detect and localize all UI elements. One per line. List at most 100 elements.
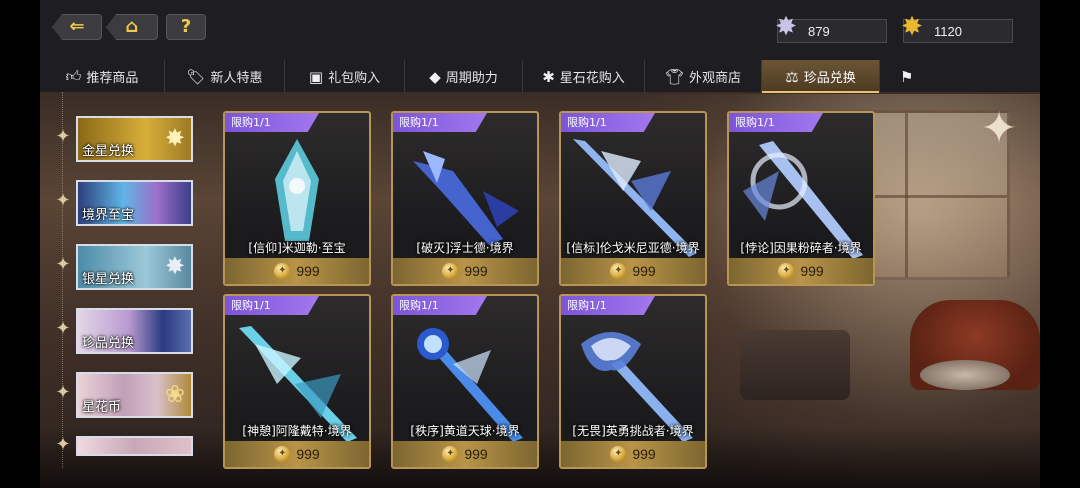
tab-treasure-exchange[interactable]: ⚖ 珍品兑换 — [762, 60, 880, 93]
star-marker-icon: ✦ — [55, 318, 71, 339]
gold-coin-icon: ✦ — [778, 263, 795, 279]
diamond-tag-icon: ◆ — [429, 67, 441, 86]
category-card[interactable]: ✸ 银星兑换 — [76, 244, 193, 290]
star-marker-icon: ✦ — [55, 190, 71, 211]
sidebar-item-label: 境界至宝 — [82, 208, 135, 223]
back-button[interactable]: ⇐ — [52, 14, 102, 40]
sidebar-item-silver-star[interactable]: ✦ ✸ 银星兑换 — [52, 240, 197, 294]
help-label: ? — [180, 16, 192, 37]
shirt-icon: 👕︎ — [664, 67, 685, 86]
item-name: [信标]伦戈米尼亚德·境界 — [566, 241, 700, 255]
star-flower-icon: ✱ — [542, 67, 555, 86]
shop-tab-bar: 👍︎ 推荐商品 🏷︎ 新人特惠 ▣ 礼包购入 ◆ 周期助力 ✱ 星石花购入 👕︎… — [40, 60, 1040, 93]
sidebar-item-label: 星花币 — [82, 400, 122, 415]
thumbs-up-icon: 👍︎ — [65, 67, 82, 85]
item-price: 999 — [632, 446, 656, 462]
tab-appearance-shop[interactable]: 👕︎ 外观商店 — [645, 60, 762, 93]
gold-star-icon: ✸ — [901, 12, 923, 42]
sidebar-item-partial[interactable]: ✦ — [52, 432, 197, 456]
tab-label: 周期助力 — [445, 71, 498, 86]
item-price: 999 — [800, 263, 824, 279]
sidebar-item-label: 银星兑换 — [82, 272, 135, 287]
item-price: 999 — [632, 263, 656, 279]
item-price: 999 — [296, 446, 320, 462]
item-price: 999 — [296, 263, 320, 279]
category-card[interactable]: 境界至宝 — [76, 180, 193, 226]
shop-screen: ✦ ⇐ ⌂ ? ✸ 879 ✸ 1120 👍︎ 推荐商品 🏷︎ 新人特惠 ▣ 礼… — [40, 0, 1040, 488]
product-card[interactable]: 限购1/1 [信仰]米迦勒·至宝 ✦ 999 — [223, 111, 371, 286]
help-button[interactable]: ? — [166, 14, 206, 40]
gold-coin-icon: ✦ — [442, 263, 459, 279]
item-name: [悖论]因果粉碎者·境界 — [740, 241, 862, 255]
product-card[interactable]: 限购1/1 [信标]伦戈米尼亚德·境界 ✦ 999 — [559, 111, 707, 286]
left-letterbox — [0, 0, 40, 488]
gold-coin-icon: ✦ — [274, 446, 291, 462]
silver-star-amount: 879 — [808, 23, 830, 39]
price-bar[interactable]: ✦ 999 — [393, 258, 537, 284]
product-card[interactable]: 限购1/1 [悖论]因果粉碎者·境界 ✦ 999 — [727, 111, 875, 286]
price-bar[interactable]: ✦ 999 — [729, 258, 873, 284]
product-card[interactable]: 限购1/1 [破灭]浮士德·境界 ✦ 999 — [391, 111, 539, 286]
back-arrow-icon: ⇐ — [69, 16, 85, 37]
home-button[interactable]: ⌂ — [106, 14, 158, 40]
tab-label: 珍品兑换 — [803, 71, 856, 86]
item-price: 999 — [464, 446, 488, 462]
gold-star-currency[interactable]: ✸ 1120 — [901, 14, 1013, 43]
gold-star-amount: 1120 — [934, 23, 962, 39]
flower-coin-emblem-icon: ❀ — [164, 380, 185, 408]
star-marker-icon: ✦ — [55, 434, 71, 455]
sidebar-item-gold-star[interactable]: ✦ ✸ 金星兑换 — [52, 112, 197, 166]
product-card[interactable]: 限购1/1 [无畏]英勇挑战者·境界 ✦ 999 — [559, 294, 707, 469]
tab-gift-packs[interactable]: ▣ 礼包购入 — [285, 60, 405, 93]
purchase-limit-tag: 限购1/1 — [393, 113, 487, 132]
sidebar-item-realm-treasure[interactable]: ✦ 境界至宝 — [52, 176, 197, 230]
tab-starstone-purchase[interactable]: ✱ 星石花购入 — [523, 60, 645, 93]
item-name: [神憩]阿隆戴特·境界 — [242, 424, 352, 438]
purchase-limit-tag: 限购1/1 — [729, 113, 823, 132]
scales-icon: ⚖ — [785, 67, 799, 86]
tab-label: 推荐商品 — [86, 71, 139, 86]
sidebar-item-star-flower-coin[interactable]: ✦ ❀ 星花币 — [52, 368, 197, 422]
price-bar[interactable]: ✦ 999 — [225, 441, 369, 467]
sidebar-item-label: 珍品兑换 — [82, 336, 135, 351]
purchase-limit-tag: 限购1/1 — [225, 296, 319, 315]
category-card[interactable]: ✸ 金星兑换 — [76, 116, 193, 162]
category-card[interactable]: 珍品兑换 — [76, 308, 193, 354]
sparkle-icon: ✦ — [980, 103, 1018, 154]
side-category-nav: ✦ ✸ 金星兑换 ✦ 境界至宝 ✦ ✸ 银星兑换 ✦ 珍品兑换 ✦ ❀ 星花币 … — [52, 112, 197, 466]
purchase-limit-tag: 限购1/1 — [393, 296, 487, 315]
purchase-limit-tag: 限购1/1 — [561, 296, 655, 315]
sidebar-item-treasure[interactable]: ✦ 珍品兑换 — [52, 304, 197, 358]
home-icon: ⌂ — [125, 16, 139, 37]
product-card[interactable]: 限购1/1 [秩序]黄道天球·境界 ✦ 999 — [391, 294, 539, 469]
item-name: [破灭]浮士德·境界 — [416, 241, 514, 255]
tab-label: 外观商店 — [689, 71, 742, 86]
gold-coin-icon: ✦ — [610, 263, 627, 279]
price-bar[interactable]: ✦ 999 — [225, 258, 369, 284]
item-price: 999 — [464, 263, 488, 279]
tab-label: 星石花购入 — [559, 71, 625, 86]
price-bar[interactable]: ✦ 999 — [561, 441, 705, 467]
star-marker-icon: ✦ — [55, 126, 71, 147]
gold-coin-icon: ✦ — [610, 446, 627, 462]
tab-more[interactable]: ⚑ — [880, 60, 940, 93]
price-bar[interactable]: ✦ 999 — [561, 258, 705, 284]
sidebar-item-label: 金星兑换 — [82, 144, 135, 159]
purchase-limit-tag: 限购1/1 — [561, 113, 655, 132]
silver-star-emblem-icon: ✸ — [164, 252, 185, 280]
right-letterbox — [1040, 0, 1080, 488]
background-table — [920, 360, 1010, 390]
silver-star-currency[interactable]: ✸ 879 — [775, 14, 887, 43]
gift-tag-icon: 🏷︎ — [186, 67, 206, 86]
tab-recommended[interactable]: 👍︎ 推荐商品 — [40, 60, 165, 93]
gold-coin-icon: ✦ — [274, 263, 291, 279]
category-card[interactable]: ❀ 星花币 — [76, 372, 193, 418]
star-marker-icon: ✦ — [55, 254, 71, 275]
gold-coin-icon: ✦ — [442, 446, 459, 462]
item-name: [信仰]米迦勒·至宝 — [248, 241, 346, 255]
price-bar[interactable]: ✦ 999 — [393, 441, 537, 467]
tab-newcomer[interactable]: 🏷︎ 新人特惠 — [165, 60, 285, 93]
tab-weekly-boost[interactable]: ◆ 周期助力 — [405, 60, 523, 93]
product-card[interactable]: 限购1/1 [神憩]阿隆戴特·境界 ✦ 999 — [223, 294, 371, 469]
category-card[interactable] — [76, 436, 193, 456]
